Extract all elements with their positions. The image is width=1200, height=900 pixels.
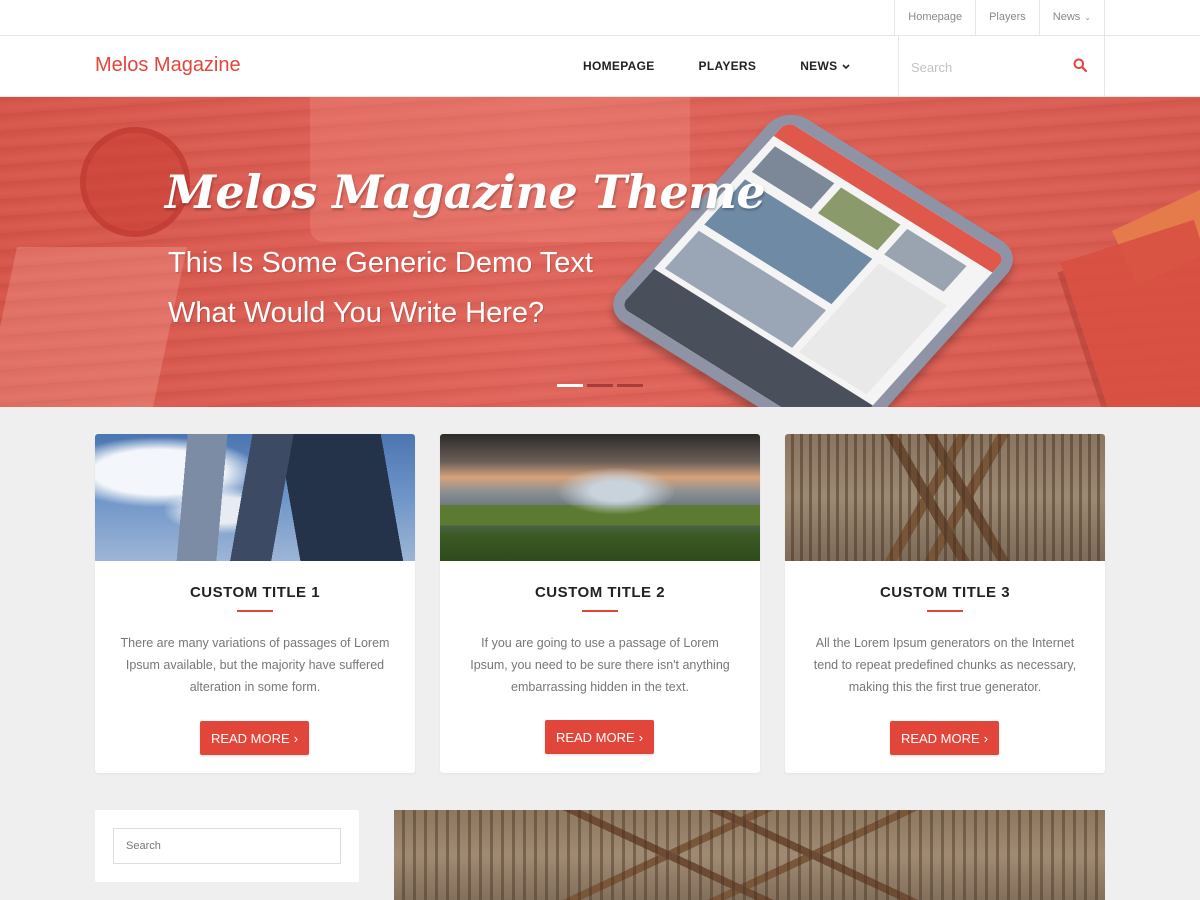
slider-dot-2[interactable] [587, 384, 613, 387]
feature-card-1: CUSTOM TITLE 1 There are many variations… [95, 434, 415, 773]
card-title[interactable]: CUSTOM TITLE 1 [95, 584, 415, 601]
card-title-underline [582, 610, 618, 612]
chevron-right-icon: › [983, 730, 989, 746]
read-more-button[interactable]: READ MORE › [545, 720, 654, 754]
top-links: Homepage Players News ⌄ [894, 0, 1105, 35]
feature-card-2: CUSTOM TITLE 2 If you are going to use a… [440, 434, 760, 773]
button-label: READ MORE [555, 729, 635, 745]
slider-pagination [557, 384, 643, 387]
featured-post-image-railway[interactable] [394, 810, 1105, 900]
chevron-right-icon: › [293, 730, 299, 746]
read-more-button[interactable]: READ MORE › [890, 721, 999, 755]
card-title-underline [927, 610, 963, 612]
hero-background-book [1060, 219, 1200, 407]
card-image-lake[interactable] [440, 434, 760, 561]
nav-item-players[interactable]: PLAYERS [677, 36, 779, 97]
site-logo[interactable]: Melos Magazine [95, 54, 241, 77]
nav-item-news[interactable]: NEWS [778, 36, 872, 97]
hero-title: Melos Magazine Theme [165, 165, 766, 219]
button-label: READ MORE [900, 730, 980, 746]
top-link-players[interactable]: Players [976, 0, 1040, 35]
nav-item-label: HOMEPAGE [583, 59, 655, 73]
chevron-down-icon: ⌄ [1084, 13, 1091, 22]
chevron-right-icon: › [638, 729, 644, 745]
main-nav: HOMEPAGE PLAYERS NEWS [561, 36, 872, 97]
card-title[interactable]: CUSTOM TITLE 3 [785, 584, 1105, 601]
top-link-label: News [1052, 11, 1081, 23]
top-link-label: Homepage [908, 11, 963, 23]
sidebar-search-widget [95, 810, 359, 882]
chevron-down-icon [842, 63, 850, 69]
nav-item-homepage[interactable]: HOMEPAGE [561, 36, 677, 97]
sidebar-search-input[interactable] [113, 828, 341, 864]
nav-item-label: PLAYERS [698, 59, 757, 73]
hero-subtitle-line-2: What Would You Write Here? [168, 297, 545, 329]
button-label: READ MORE [210, 730, 290, 746]
card-text: If you are going to use a passage of Lor… [470, 636, 730, 694]
slider-dot-1[interactable] [557, 384, 583, 387]
top-link-homepage[interactable]: Homepage [895, 0, 977, 35]
feature-card-3: CUSTOM TITLE 3 All the Lorem Ipsum gener… [785, 434, 1105, 773]
card-title[interactable]: CUSTOM TITLE 2 [440, 584, 760, 601]
card-image-skyscraper[interactable] [95, 434, 415, 561]
top-link-label: Players [989, 11, 1026, 23]
top-link-news[interactable]: News ⌄ [1040, 0, 1105, 35]
search-icon[interactable] [1073, 58, 1087, 72]
nav-item-label: NEWS [800, 59, 838, 73]
read-more-button[interactable]: READ MORE › [200, 721, 309, 755]
card-title-underline [237, 610, 273, 612]
site-header: Melos Magazine HOMEPAGE PLAYERS NEWS [0, 36, 1200, 97]
header-search-input[interactable] [911, 55, 1061, 79]
header-search [898, 36, 1105, 97]
hero-subtitle-line-1: This Is Some Generic Demo Text [168, 247, 593, 279]
hero-slider[interactable]: Melos Magazine Theme This Is Some Generi… [0, 97, 1200, 407]
card-text: There are many variations of passages of… [120, 636, 390, 694]
card-text: All the Lorem Ipsum generators on the In… [813, 636, 1077, 694]
top-bar: Homepage Players News ⌄ [0, 0, 1200, 36]
slider-dot-3[interactable] [617, 384, 643, 387]
hero-background-paper [0, 247, 188, 407]
card-image-railway[interactable] [785, 434, 1105, 561]
